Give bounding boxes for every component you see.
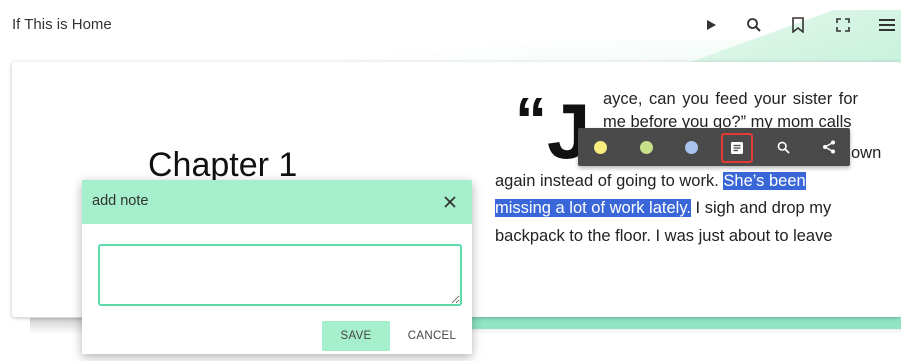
note-icon: [731, 142, 743, 154]
text-line: backpack to the floor. I was just about …: [495, 227, 833, 245]
top-bar: If This is Home: [0, 0, 901, 50]
play-icon[interactable]: [698, 12, 724, 38]
dropcap-quote: “: [515, 84, 547, 156]
highlighted-text[interactable]: missing a lot of work lately.: [495, 199, 691, 217]
text-line: again instead of going to work. She’s be…: [495, 172, 806, 190]
add-note-button[interactable]: [721, 133, 753, 163]
fullscreen-icon[interactable]: [830, 12, 856, 38]
highlight-green-button[interactable]: [640, 141, 653, 154]
bookmark-icon[interactable]: [785, 12, 811, 38]
highlighted-text[interactable]: She’s been: [723, 172, 806, 190]
note-textarea[interactable]: [98, 244, 462, 306]
text-line: own: [851, 144, 882, 162]
share-icon[interactable]: [816, 135, 842, 159]
close-icon[interactable]: [438, 190, 462, 214]
highlight-blue-button[interactable]: [685, 141, 698, 154]
dialog-title: add note: [92, 193, 149, 209]
save-button[interactable]: SAVE: [322, 321, 390, 351]
text-line: missing a lot of work lately. I sigh and…: [495, 199, 832, 217]
cancel-button[interactable]: CANCEL: [400, 321, 464, 351]
text-line: ayce, can you feed your sister for: [603, 90, 859, 108]
dialog-header: add note: [82, 180, 472, 224]
highlight-yellow-button[interactable]: [594, 141, 607, 154]
book-title: If This is Home: [12, 16, 112, 33]
selection-toolbar: [578, 128, 850, 166]
add-note-dialog: add note SAVE CANCEL: [82, 180, 472, 354]
search-icon[interactable]: [741, 12, 767, 38]
menu-icon[interactable]: [874, 12, 900, 38]
page-edge-decoration: [470, 317, 901, 329]
search-icon[interactable]: [770, 135, 796, 159]
